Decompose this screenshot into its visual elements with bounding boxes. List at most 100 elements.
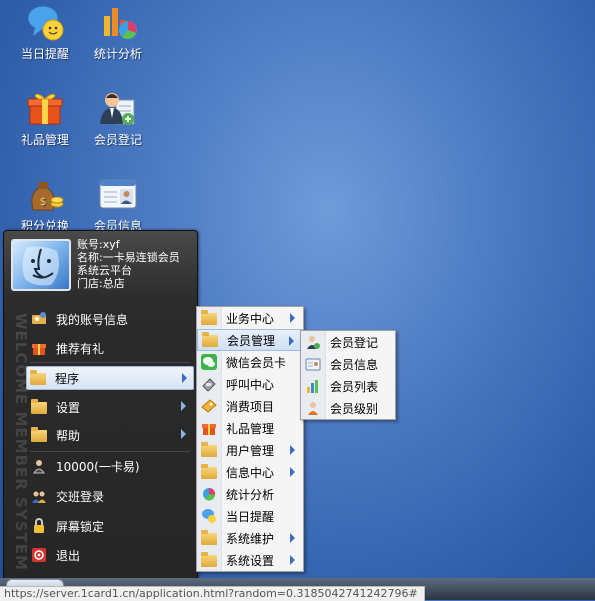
- chevron-right-icon: [290, 555, 295, 565]
- reminder-icon: [201, 508, 217, 524]
- desktop-icon-label: 统计分析: [93, 47, 142, 61]
- statistics-icon: [201, 486, 217, 502]
- chevron-right-icon: [290, 445, 295, 455]
- menu-item-label: 信息中心: [226, 465, 275, 480]
- desktop-icon-member-register[interactable]: 会员登记: [83, 88, 153, 148]
- menu-item-account-info[interactable]: 我的账号信息: [28, 307, 192, 331]
- phone-icon: [201, 376, 217, 392]
- menu-item-exit[interactable]: 退出: [28, 543, 192, 567]
- chevron-right-icon: [290, 467, 295, 477]
- account-text: 账号:xyf: [77, 238, 120, 251]
- member-card-icon: [305, 356, 321, 372]
- menu-item-label: 会员管理: [227, 333, 276, 348]
- name-text: 名称:一卡易连锁会员: [77, 251, 180, 264]
- menu-item-label: 系统维护: [226, 531, 275, 546]
- menu-separator: [30, 362, 190, 363]
- menu-item-member-level[interactable]: 会员级别: [301, 397, 395, 419]
- menu-item-statistics[interactable]: 统计分析: [197, 483, 303, 505]
- menu-item-member-info[interactable]: 会员信息: [301, 353, 395, 375]
- menu-item-consumption[interactable]: 消费项目: [197, 395, 303, 417]
- menu-item-label: 会员级别: [330, 401, 379, 416]
- account-icon: [31, 311, 47, 327]
- menu-item-daily-reminder[interactable]: 当日提醒: [197, 505, 303, 527]
- member-level-icon: [305, 400, 321, 416]
- menu-item-label: 当日提醒: [226, 509, 275, 524]
- menu-separator: [30, 451, 190, 452]
- menu-item-label: 推荐有礼: [56, 341, 105, 356]
- menu-item-gift-management[interactable]: 礼品管理: [197, 417, 303, 439]
- menu-item-label: 设置: [56, 400, 81, 415]
- member-card-icon: [98, 174, 138, 214]
- desktop-icon-member-info[interactable]: 会员信息: [83, 174, 153, 234]
- chevron-right-icon: [181, 429, 186, 439]
- menu-item-label: 会员信息: [330, 357, 379, 372]
- desktop-icon-reminder[interactable]: 当日提醒: [10, 2, 80, 62]
- lock-icon: [31, 518, 47, 534]
- desktop-icon-gift[interactable]: 礼品管理: [10, 88, 80, 148]
- menu-item-help[interactable]: 帮助: [28, 423, 192, 447]
- menu-item-business-center[interactable]: 业务中心: [197, 307, 303, 329]
- start-menu: 账号:xyf 名称:一卡易连锁会员 系统云平台 门店:总店 WELCOME ME…: [3, 230, 198, 580]
- menu-item-label: 统计分析: [226, 487, 275, 502]
- folder-icon: [31, 427, 47, 443]
- menu-item-member-register[interactable]: 会员登记: [301, 331, 395, 353]
- menu-item-label: 业务中心: [226, 311, 275, 326]
- programs-submenu: 业务中心 会员管理 微信会员卡 呼叫中心 消费项目 礼品管理 用户管理 信息中心…: [196, 306, 304, 572]
- menu-item-system-settings[interactable]: 系统设置: [197, 549, 303, 571]
- menu-item-label: 交班登录: [56, 489, 105, 504]
- statistics-chart-icon: [98, 2, 138, 42]
- folder-icon: [202, 332, 218, 348]
- desktop-icon-label: 会员登记: [93, 133, 142, 147]
- chevron-right-icon: [290, 533, 295, 543]
- desktop-icon-label: 礼品管理: [20, 133, 69, 147]
- menu-item-label: 会员登记: [330, 335, 379, 350]
- menu-item-label: 微信会员卡: [226, 355, 287, 370]
- system-text: 系统云平台: [77, 264, 132, 277]
- menu-item-user-management[interactable]: 用户管理: [197, 439, 303, 461]
- menu-item-label: 系统设置: [226, 553, 275, 568]
- menu-item-programs[interactable]: 程序: [26, 366, 194, 390]
- svg-text:$: $: [40, 195, 47, 208]
- folder-icon: [201, 530, 217, 546]
- menu-item-member-management[interactable]: 会员管理: [197, 329, 303, 351]
- folder-icon: [201, 464, 217, 480]
- shift-users-icon: [31, 488, 47, 504]
- folder-icon: [31, 399, 47, 415]
- menu-item-wechat-card[interactable]: 微信会员卡: [197, 351, 303, 373]
- menu-item-member-list[interactable]: 会员列表: [301, 375, 395, 397]
- folder-icon: [201, 310, 217, 326]
- member-register-icon: [98, 88, 138, 128]
- desktop-icon-points[interactable]: $ 积分兑换: [10, 174, 80, 234]
- chevron-right-icon: [181, 401, 186, 411]
- menu-item-screen-lock[interactable]: 屏幕锁定: [28, 514, 192, 538]
- member-submenu: 会员登记 会员信息 会员列表 会员级别: [300, 330, 396, 420]
- menu-item-label: 屏幕锁定: [56, 519, 105, 534]
- menu-item-label: 程序: [55, 371, 80, 386]
- user-icon: [31, 458, 47, 474]
- menu-item-settings[interactable]: 设置: [28, 395, 192, 419]
- ticket-icon: [201, 398, 217, 414]
- desktop-icon-statistics[interactable]: 统计分析: [83, 2, 153, 62]
- menu-item-call-center[interactable]: 呼叫中心: [197, 373, 303, 395]
- chevron-right-icon: [289, 336, 294, 346]
- menu-item-label: 帮助: [56, 428, 81, 443]
- user-panel: 账号:xyf 名称:一卡易连锁会员 系统云平台 门店:总店: [4, 231, 197, 297]
- gift-icon: [201, 420, 217, 436]
- desktop-icon-label: 当日提醒: [20, 47, 69, 61]
- chevron-right-icon: [290, 313, 295, 323]
- welcome-side-text: WELCOME MEMBER SYSTEM: [12, 313, 30, 571]
- menu-item-system-maintenance[interactable]: 系统维护: [197, 527, 303, 549]
- menu-item-shift-login[interactable]: 交班登录: [28, 484, 192, 508]
- menu-item-info-center[interactable]: 信息中心: [197, 461, 303, 483]
- store-text: 门店:总店: [77, 277, 125, 290]
- points-bag-icon: $: [25, 174, 65, 214]
- menu-item-label: 呼叫中心: [226, 377, 275, 392]
- gift-icon: [31, 340, 47, 356]
- wechat-icon: [201, 354, 217, 370]
- folder-icon: [30, 370, 46, 386]
- menu-item-current-user[interactable]: 10000(一卡易): [28, 454, 192, 478]
- menu-item-referral-gift[interactable]: 推荐有礼: [28, 336, 192, 360]
- browser-status-bar: https://server.1card1.cn/application.htm…: [0, 586, 425, 601]
- member-list-icon: [305, 378, 321, 394]
- menu-item-label: 会员列表: [330, 379, 379, 394]
